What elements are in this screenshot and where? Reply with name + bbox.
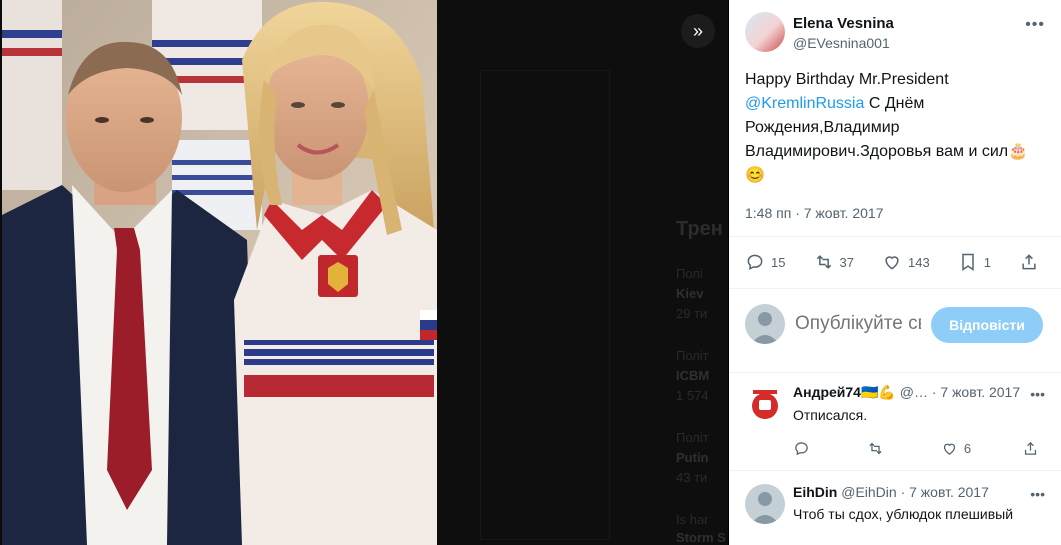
bg-text: Трен bbox=[676, 218, 723, 240]
reply-avatar[interactable] bbox=[745, 484, 785, 524]
tweet-text-lead: Happy Birthday Mr.President bbox=[745, 71, 949, 88]
tweet-actions: 15 37 143 1 bbox=[745, 252, 1045, 272]
retweet-icon bbox=[869, 442, 882, 455]
author-display-name[interactable]: Elena Vesnina bbox=[793, 15, 894, 32]
bg-text: Storm S bbox=[676, 530, 726, 545]
bg-text: Kiev bbox=[676, 286, 704, 301]
bg-text: Is har bbox=[676, 512, 709, 527]
reply-meta: @EihDin · 7 жовт. 2017 bbox=[841, 484, 989, 500]
retweet-count: 37 bbox=[839, 254, 854, 270]
like-count: 143 bbox=[908, 254, 930, 270]
author-handle[interactable]: @EVesnina001 bbox=[793, 35, 894, 51]
divider bbox=[729, 470, 1061, 471]
reply-author-name[interactable]: EihDin bbox=[793, 484, 837, 500]
tweet-text: Happy Birthday Mr.President @KremlinRuss… bbox=[745, 68, 1045, 188]
expand-panel-button[interactable]: » bbox=[681, 14, 715, 48]
reply-author-name[interactable]: Андрей74🇺🇦💪 bbox=[793, 384, 896, 400]
default-avatar-icon bbox=[751, 492, 779, 524]
bg-text: 43 ти bbox=[676, 470, 708, 485]
tweet-detail-panel: Elena Vesnina @EVesnina001 ••• Happy Bir… bbox=[729, 0, 1061, 545]
reply-text: Отписался. bbox=[793, 407, 868, 423]
media-viewer: Трен Полі Kiev 29 ти Політ ICBM 1 574 По… bbox=[0, 0, 728, 545]
background-image-dimmed bbox=[480, 70, 610, 540]
double-chevron-right-icon: » bbox=[692, 20, 703, 41]
reply-icon bbox=[747, 254, 763, 270]
divider bbox=[729, 372, 1061, 373]
bookmark-icon bbox=[961, 253, 974, 271]
reply-avatar[interactable] bbox=[745, 384, 785, 424]
reply-action[interactable]: 15 bbox=[745, 252, 785, 272]
tweet-timestamp[interactable]: 1:48 пп · 7 жовт. 2017 bbox=[745, 205, 883, 221]
more-options-icon[interactable]: ••• bbox=[1025, 16, 1045, 34]
heart-icon bbox=[885, 256, 899, 270]
reply-meta: @… · 7 жовт. 2017 bbox=[899, 384, 1021, 400]
more-options-icon[interactable]: ••• bbox=[1030, 386, 1045, 402]
share-action[interactable] bbox=[1022, 440, 1045, 457]
tweet-author[interactable]: Elena Vesnina @EVesnina001 bbox=[745, 12, 894, 52]
divider bbox=[729, 288, 1061, 289]
tweet-photo[interactable] bbox=[2, 0, 437, 545]
like-action[interactable]: 6 bbox=[941, 440, 971, 457]
share-action[interactable] bbox=[1019, 252, 1045, 272]
bg-text: 1 574 bbox=[676, 388, 709, 403]
bg-text: Полі bbox=[676, 266, 703, 281]
bg-text: 29 ти bbox=[676, 306, 708, 321]
author-avatar[interactable] bbox=[745, 12, 785, 52]
retweet-action[interactable] bbox=[867, 440, 890, 457]
reply-actions: 6 bbox=[793, 440, 1045, 457]
bg-text: Putin bbox=[676, 450, 709, 465]
reply-input[interactable] bbox=[795, 313, 921, 335]
photo-illustration bbox=[2, 0, 437, 545]
bookmark-action[interactable]: 1 bbox=[958, 252, 991, 272]
heart-icon bbox=[943, 443, 955, 455]
like-count: 6 bbox=[963, 441, 972, 456]
fist-logo-icon bbox=[745, 384, 785, 424]
current-user-avatar[interactable] bbox=[745, 304, 785, 344]
reply-submit-button[interactable]: Відповісти bbox=[931, 307, 1043, 343]
reply-action[interactable] bbox=[793, 440, 816, 457]
reply-composer: Відповісти bbox=[745, 304, 1045, 344]
reply-icon bbox=[795, 442, 808, 456]
share-icon bbox=[1022, 254, 1036, 270]
reply-text: Чтоб ты сдох, ублюдок плешивый bbox=[793, 506, 1014, 522]
bg-text: ICBM bbox=[676, 368, 710, 383]
default-avatar-icon bbox=[751, 312, 779, 344]
bookmark-count: 1 bbox=[983, 254, 991, 270]
like-action[interactable]: 143 bbox=[882, 252, 930, 272]
divider bbox=[729, 236, 1061, 237]
retweet-icon bbox=[816, 255, 831, 269]
bg-text: Політ bbox=[676, 348, 709, 363]
reply-count: 15 bbox=[771, 254, 786, 270]
share-icon bbox=[1024, 441, 1037, 455]
more-options-icon[interactable]: ••• bbox=[1030, 486, 1045, 502]
mention-link[interactable]: @KremlinRussia bbox=[745, 95, 864, 112]
retweet-action[interactable]: 37 bbox=[814, 252, 854, 272]
bg-text: Політ bbox=[676, 430, 709, 445]
